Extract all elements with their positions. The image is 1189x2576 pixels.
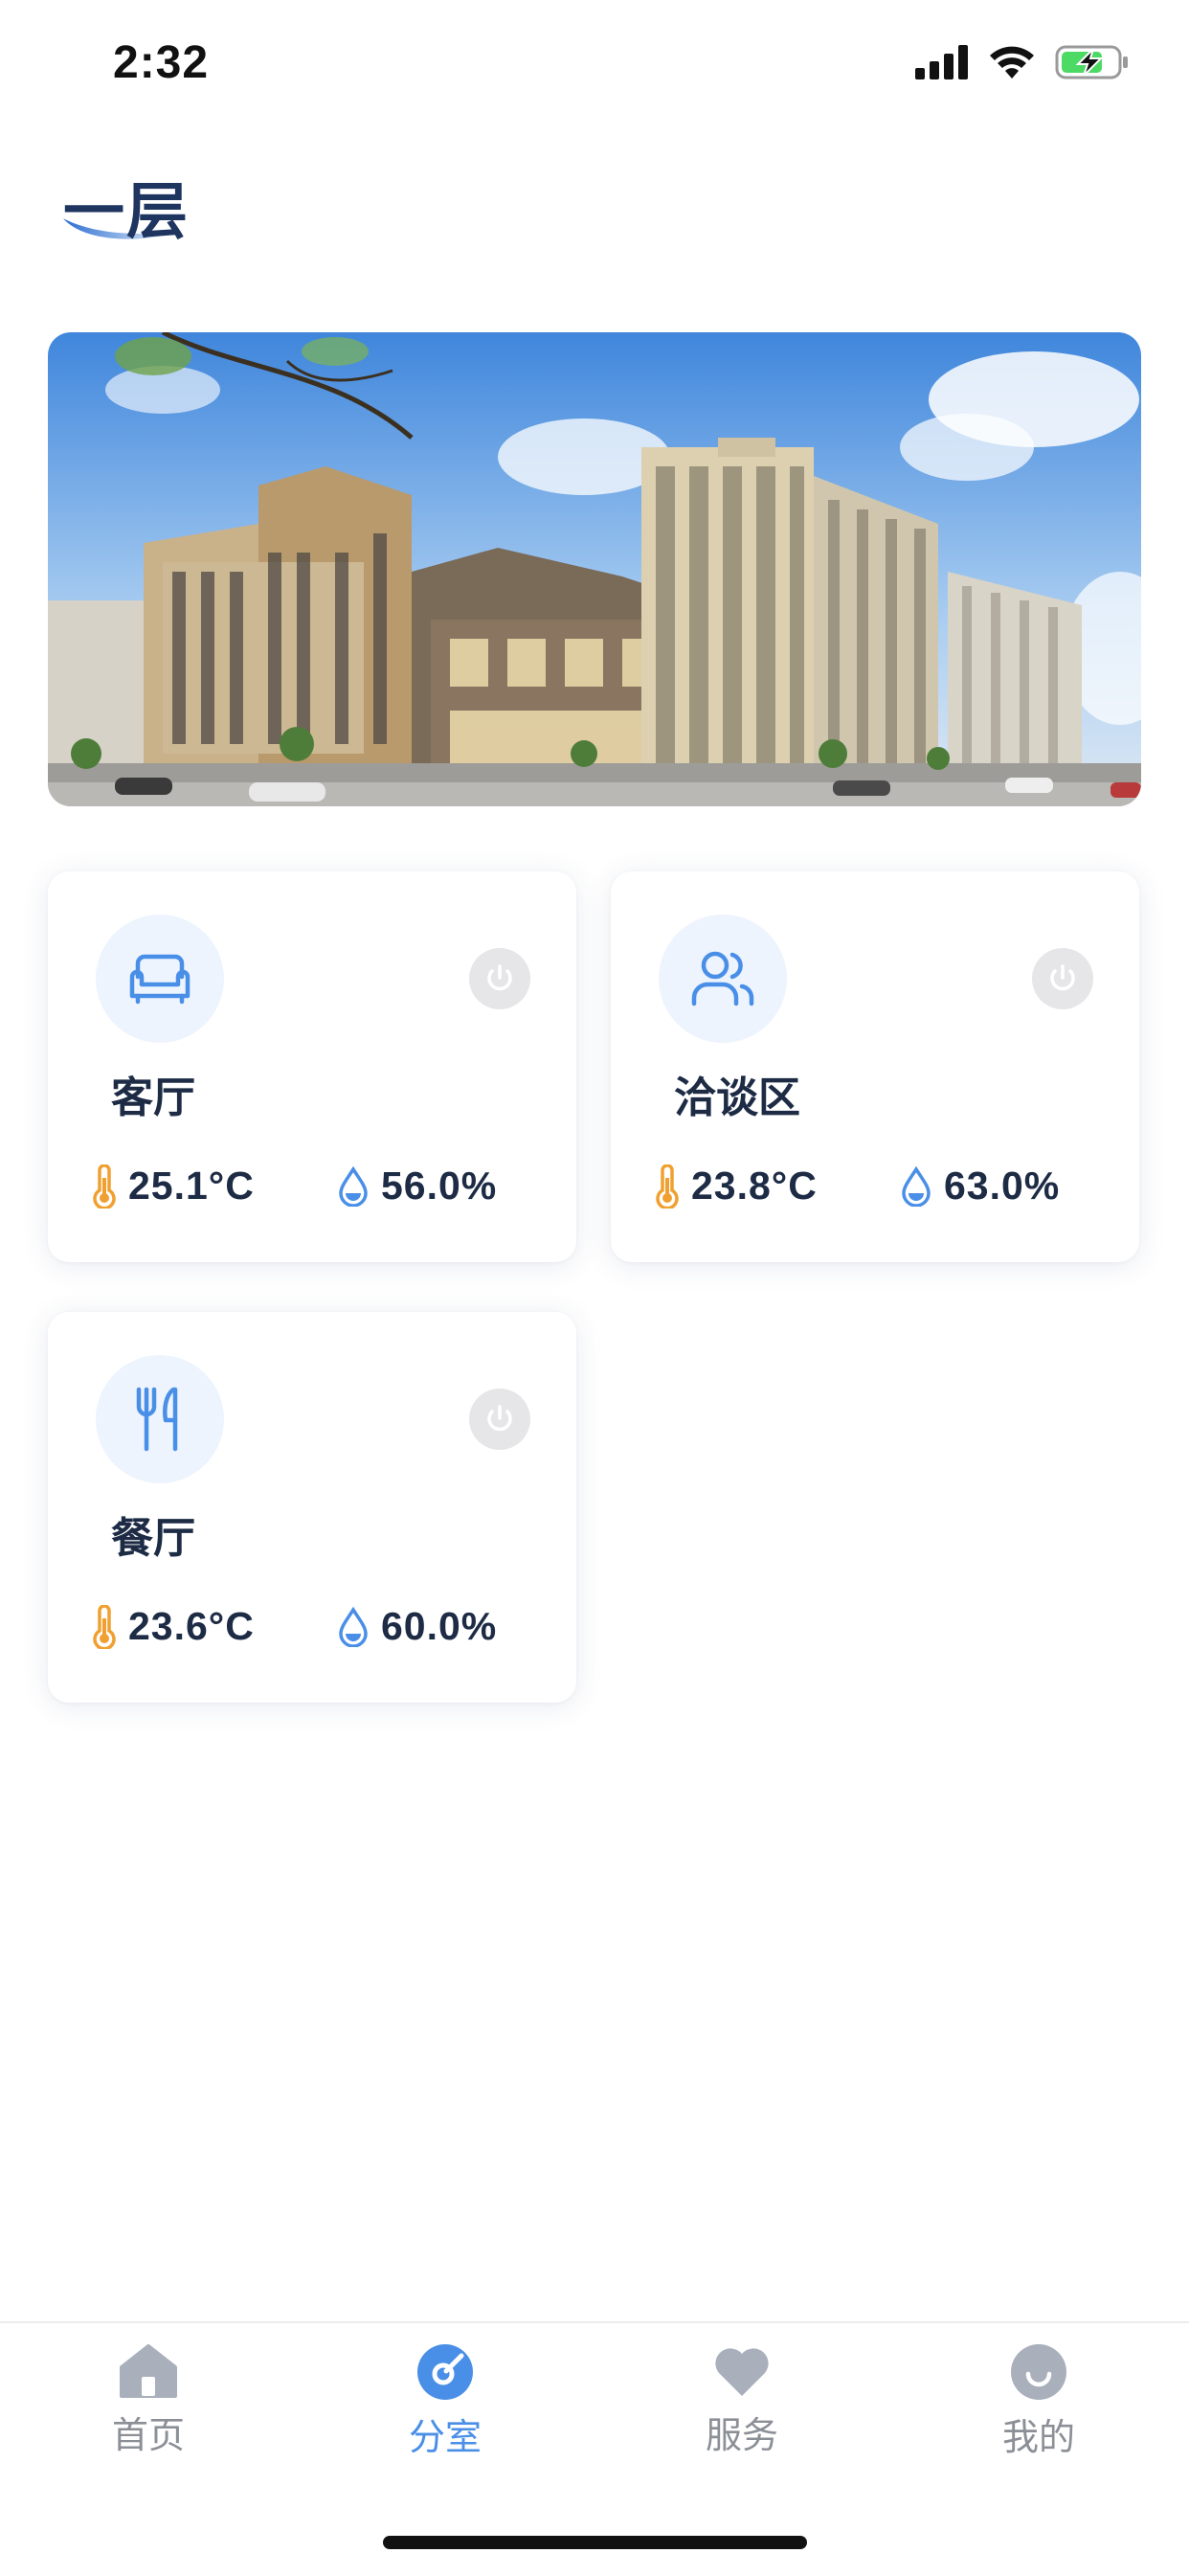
- tab-services[interactable]: 服务: [594, 2342, 890, 2476]
- tab-label: 我的: [1001, 2416, 1075, 2458]
- humidity-reading: 60.0%: [337, 1604, 497, 1649]
- water-drop-icon: [339, 1606, 368, 1647]
- power-icon: [1050, 964, 1075, 991]
- room-name: 洽谈区: [674, 1073, 800, 1122]
- thermometer-icon: [93, 1604, 116, 1649]
- status-time: 2:32: [113, 37, 210, 88]
- water-drop-icon: [339, 1165, 368, 1207]
- user-icon: [1011, 2344, 1066, 2400]
- page-title: 一层: [63, 177, 190, 248]
- humidity-reading: 63.0%: [900, 1164, 1060, 1209]
- temperature-reading: 25.1°C: [92, 1164, 255, 1209]
- room-card-meeting-area[interactable]: 洽谈区 23.8°C 63.0%: [611, 871, 1139, 1262]
- wifi-icon: [990, 46, 1034, 79]
- power-button[interactable]: [469, 1389, 530, 1450]
- sofa-icon: [129, 954, 191, 1005]
- room-card-living-room[interactable]: 客厅 25.1°C 56.0%: [48, 871, 576, 1262]
- temperature-value: 23.6°C: [128, 1604, 255, 1648]
- room-name: 餐厅: [111, 1514, 195, 1563]
- humidity-reading: 56.0%: [337, 1164, 497, 1209]
- building-banner-image[interactable]: [48, 332, 1141, 806]
- temperature-reading: 23.8°C: [655, 1164, 818, 1209]
- tab-rooms[interactable]: 分室: [297, 2342, 594, 2476]
- tab-profile[interactable]: 我的: [890, 2342, 1187, 2476]
- tab-home[interactable]: 首页: [0, 2342, 297, 2476]
- temperature-value: 25.1°C: [128, 1164, 255, 1208]
- power-button[interactable]: [1032, 948, 1093, 1009]
- room-icon: [417, 2344, 473, 2400]
- room-icon-badge: [659, 915, 787, 1043]
- status-icons: [915, 44, 1130, 80]
- status-bar: 2:32: [0, 0, 1189, 129]
- room-name: 客厅: [111, 1073, 195, 1122]
- power-button[interactable]: [469, 948, 530, 1009]
- temperature-reading: 23.6°C: [92, 1604, 255, 1649]
- humidity-value: 63.0%: [944, 1164, 1061, 1208]
- heart-icon: [715, 2348, 769, 2396]
- thermometer-icon: [656, 1164, 679, 1209]
- signal-icon: [915, 45, 968, 79]
- humidity-value: 60.0%: [381, 1604, 498, 1648]
- temperature-value: 23.8°C: [691, 1164, 818, 1208]
- tab-label: 首页: [111, 2414, 185, 2456]
- humidity-value: 56.0%: [381, 1164, 498, 1208]
- fork-knife-icon: [136, 1387, 178, 1452]
- water-drop-icon: [902, 1165, 931, 1207]
- power-icon: [487, 1405, 512, 1432]
- home-icon: [120, 2344, 177, 2398]
- power-icon: [487, 964, 512, 991]
- tab-label: 分室: [408, 2416, 482, 2458]
- room-icon-badge: [96, 1355, 224, 1483]
- room-card-dining-room[interactable]: 餐厅 23.6°C 60.0%: [48, 1312, 576, 1703]
- thermometer-icon: [93, 1164, 116, 1209]
- home-indicator[interactable]: [383, 2536, 807, 2549]
- floor-header: 一层: [63, 153, 255, 259]
- room-icon-badge: [96, 915, 224, 1043]
- people-icon: [691, 951, 754, 1006]
- battery-charging-icon: [1055, 45, 1128, 79]
- tab-label: 服务: [705, 2414, 778, 2456]
